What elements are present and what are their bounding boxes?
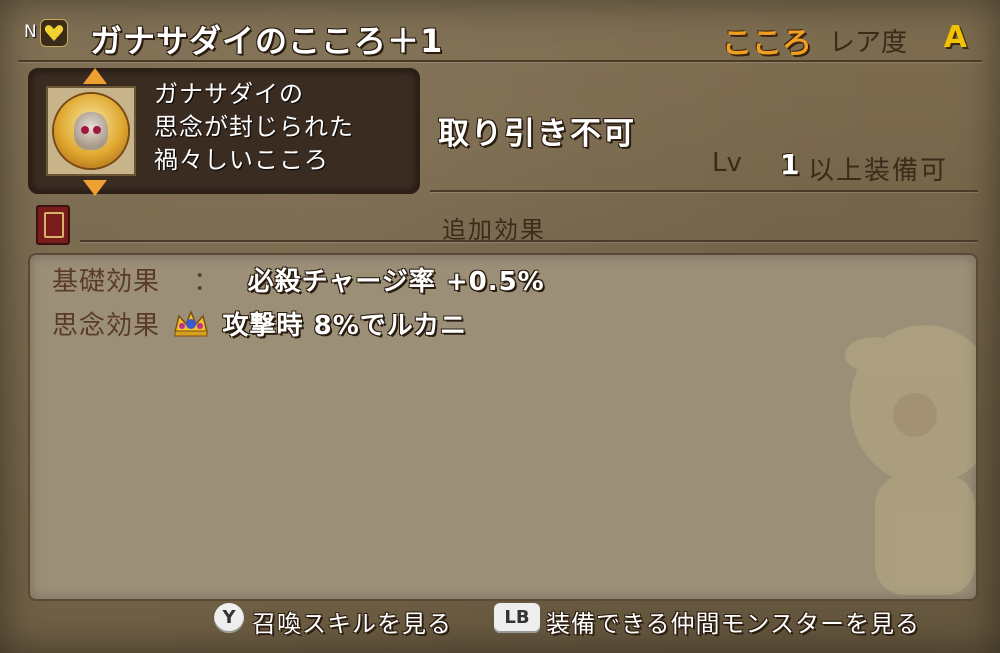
- description-line: 思念が封じられた: [154, 113, 354, 141]
- book-icon[interactable]: [36, 205, 70, 245]
- heart-icon: [40, 19, 68, 47]
- effect-separator: ：: [193, 267, 221, 297]
- n-mark: N: [24, 22, 37, 42]
- effect-label: 基礎効果: [52, 267, 161, 297]
- effect-row-basic: 基礎効果 ： 必殺チャージ率 +0.5%: [52, 261, 545, 298]
- extra-divider: [80, 240, 978, 242]
- rarity-value: A: [943, 20, 967, 55]
- item-detail-panel: N ガナサダイのこころ＋1 こころ レア度 A ガナサダイの 思念が封じられた …: [0, 0, 1000, 653]
- scroll-down-arrow-icon[interactable]: [83, 180, 107, 196]
- description-line: 禍々しいこころ: [154, 146, 329, 174]
- rarity-label: レア度: [828, 28, 907, 58]
- level-label: Lv: [712, 148, 742, 178]
- level-suffix: 以上装備可: [808, 156, 949, 186]
- equippable-monsters-label[interactable]: 装備できる仲間モンスターを見る: [546, 604, 920, 638]
- effect-label: 思念効果: [52, 311, 161, 341]
- scroll-up-arrow-icon[interactable]: [83, 68, 107, 84]
- skull-icon: [74, 112, 108, 150]
- effects-box: 基礎効果 ： 必殺チャージ率 +0.5% 思念効果 攻撃時 8%でルカニ: [28, 253, 978, 601]
- description-line: ガナサダイの: [154, 80, 304, 108]
- monster-medal-icon: [46, 86, 136, 176]
- crown-icon: [171, 308, 211, 345]
- trade-status: 取り引き不可: [438, 116, 636, 152]
- effect-value: 攻撃時 8%でルカニ: [222, 311, 467, 341]
- item-card: ガナサダイの 思念が封じられた 禍々しいこころ: [28, 68, 420, 196]
- header-divider: [18, 60, 982, 62]
- summon-skill-label[interactable]: 召喚スキルを見る: [252, 604, 452, 638]
- header: N ガナサダイのこころ＋1 こころ レア度 A: [18, 12, 982, 61]
- y-button[interactable]: Y: [214, 603, 244, 633]
- lb-button[interactable]: LB: [494, 603, 540, 633]
- kokoro-label: こころ: [722, 26, 812, 61]
- level-value: 1: [780, 148, 800, 181]
- effect-value: 必殺チャージ率 +0.5%: [247, 267, 545, 297]
- effect-row-thought: 思念効果 攻撃時 8%でルカニ: [52, 305, 467, 345]
- monster-watermark-icon: [845, 325, 976, 595]
- item-title: ガナサダイのこころ＋1: [90, 22, 444, 60]
- item-description: ガナサダイの 思念が封じられた 禍々しいこころ: [154, 78, 354, 177]
- level-divider: [430, 190, 978, 192]
